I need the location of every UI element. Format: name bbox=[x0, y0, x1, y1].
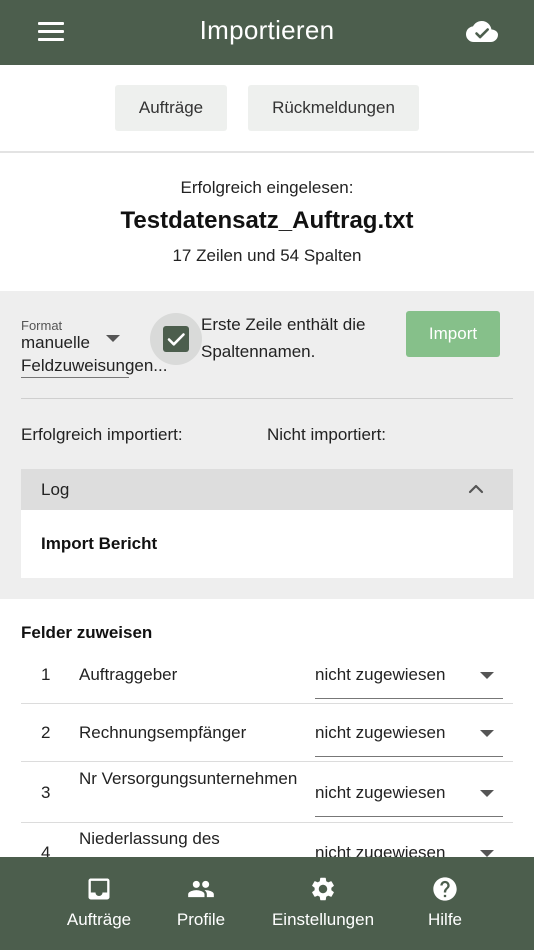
row-divider bbox=[21, 703, 513, 704]
header-row-checkbox-label[interactable]: Erste Zeile enthält die Spaltennamen. bbox=[201, 311, 396, 365]
field-number: 3 bbox=[41, 783, 51, 802]
log-title: Log bbox=[41, 480, 70, 499]
field-number: 2 bbox=[41, 723, 51, 742]
fields-title: Felder zuweisen bbox=[21, 623, 153, 642]
format-dropdown-icon[interactable] bbox=[106, 335, 120, 342]
file-name: Testdatensatz_Auftrag.txt bbox=[120, 207, 414, 234]
field-select[interactable]: nicht zugewiesen bbox=[315, 783, 445, 803]
cloud-done-icon[interactable] bbox=[466, 20, 498, 44]
field-number: 1 bbox=[41, 665, 51, 684]
divider bbox=[21, 398, 513, 399]
field-name: Auftraggeber bbox=[79, 665, 178, 684]
chevron-down-icon[interactable] bbox=[480, 730, 494, 737]
people-icon bbox=[188, 880, 214, 898]
row-divider bbox=[21, 822, 513, 823]
chevron-down-icon[interactable] bbox=[480, 850, 494, 857]
select-underline bbox=[315, 756, 503, 757]
app-bar: Importieren bbox=[0, 0, 534, 65]
select-underline bbox=[315, 698, 503, 699]
format-underline bbox=[21, 377, 129, 378]
import-type-tabs: Aufträge Rückmeldungen bbox=[0, 65, 534, 153]
nav-item-einstellungen[interactable]: Einstellungen bbox=[258, 857, 388, 950]
file-dimensions: 17 Zeilen und 54 Spalten bbox=[172, 246, 362, 265]
nav-label: Hilfe bbox=[427, 910, 462, 929]
field-name: Niederlassung des bbox=[79, 829, 220, 848]
gear-icon bbox=[312, 877, 334, 901]
options-panel: Format manuelle Feldzuweisungen... Erste… bbox=[0, 291, 534, 599]
nav-item-hilfe[interactable]: Hilfe bbox=[405, 857, 485, 950]
failed-label: Nicht importiert: bbox=[267, 425, 387, 444]
help-icon bbox=[433, 877, 457, 901]
field-select[interactable]: nicht zugewiesen bbox=[315, 665, 445, 685]
bottom-navigation: Aufträge Profile Einstellungen Hilfe bbox=[0, 857, 534, 950]
select-underline bbox=[315, 816, 503, 817]
check-icon bbox=[167, 333, 185, 346]
nav-label: Profile bbox=[176, 910, 226, 929]
field-name: Nr Versorgungsunternehmen bbox=[79, 769, 298, 788]
chevron-down-icon[interactable] bbox=[480, 790, 494, 797]
import-button[interactable]: Import bbox=[406, 311, 500, 357]
status-text: Erfolgreich eingelesen: bbox=[180, 178, 354, 197]
field-select[interactable]: nicht zugewiesen bbox=[315, 723, 445, 743]
header-row-checkbox[interactable] bbox=[163, 326, 189, 352]
nav-label: Einstellungen bbox=[271, 910, 375, 929]
field-name: Rechnungsempfänger bbox=[79, 723, 247, 742]
import-summary: Erfolgreich eingelesen: Testdatensatz_Au… bbox=[0, 155, 534, 291]
success-label: Erfolgreich importiert: bbox=[21, 425, 183, 444]
nav-label: Aufträge bbox=[66, 910, 132, 929]
row-divider bbox=[21, 761, 513, 762]
log-content: Import Bericht bbox=[21, 510, 513, 578]
chevron-up-icon[interactable] bbox=[468, 482, 484, 494]
import-report-title: Import Bericht bbox=[41, 534, 158, 553]
log-header[interactable]: Log bbox=[21, 469, 513, 510]
tab-rueckmeldungen[interactable]: Rückmeldungen bbox=[248, 85, 419, 131]
chevron-down-icon[interactable] bbox=[480, 672, 494, 679]
inbox-icon bbox=[88, 878, 110, 900]
nav-item-profile[interactable]: Profile bbox=[156, 857, 246, 950]
nav-item-auftraege[interactable]: Aufträge bbox=[44, 857, 154, 950]
page-title: Importieren bbox=[199, 15, 335, 45]
tab-auftraege[interactable]: Aufträge bbox=[115, 85, 227, 131]
